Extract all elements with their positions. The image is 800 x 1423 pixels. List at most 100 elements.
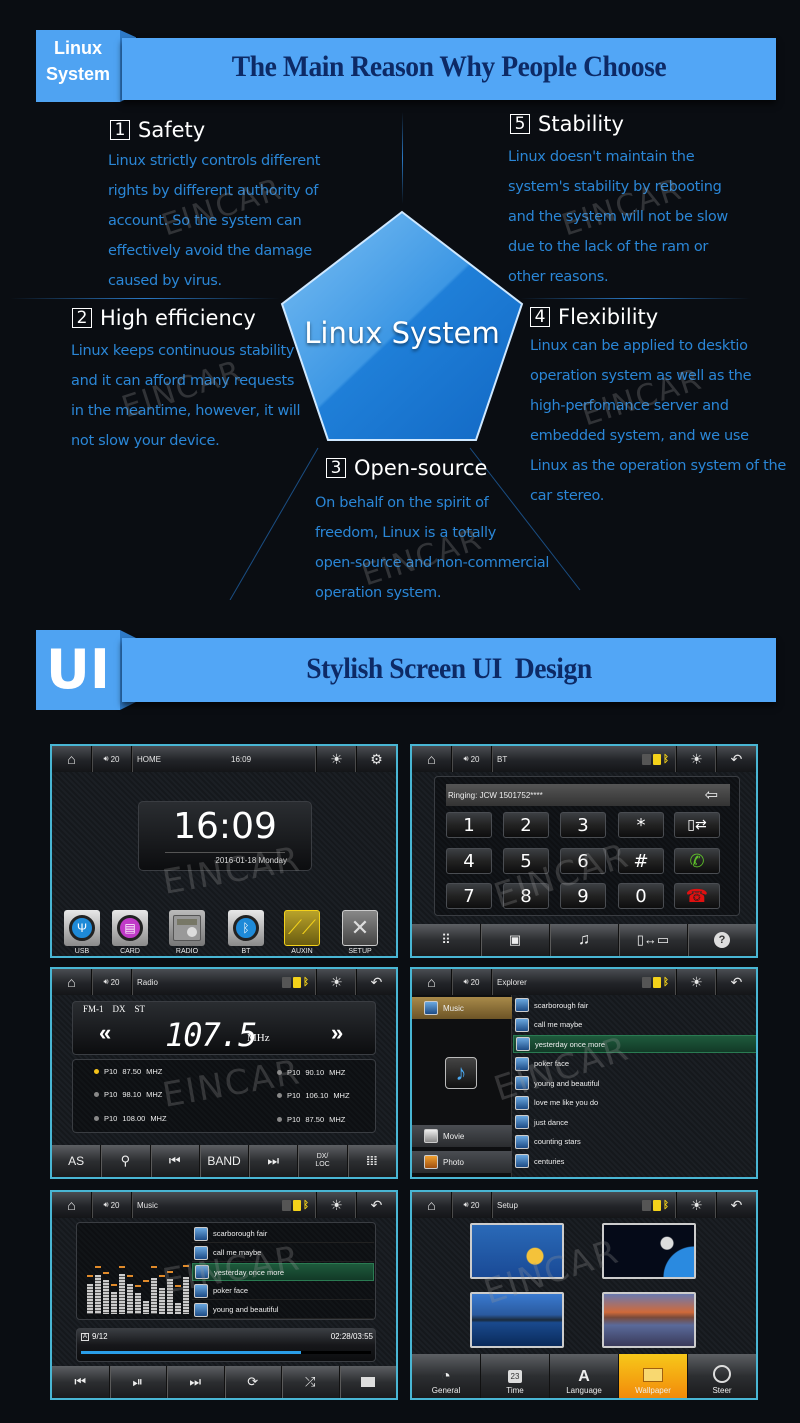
key-0[interactable]: 0 [618,883,664,909]
track-item[interactable]: just dance [513,1113,756,1131]
key-star[interactable]: * [618,812,664,838]
previous-button[interactable]: ⏮ [151,1145,200,1177]
app-card[interactable]: ▤ [112,910,148,946]
search-button[interactable]: ⚲ [101,1145,151,1177]
preset-item[interactable]: P10 90.10 MHZ [277,1068,345,1077]
app-radio[interactable] [169,910,205,946]
track-item[interactable]: call me maybe [192,1244,374,1262]
phonebook-button[interactable]: ▣ [481,924,550,956]
home-button[interactable]: ⌂ [412,969,452,995]
autostore-button[interactable]: AS [52,1145,102,1177]
track-item[interactable]: yesterday once more [513,1035,756,1053]
help-button[interactable]: ? [688,924,756,956]
category-photo[interactable]: Photo [412,1151,512,1173]
dx-loc-button[interactable]: DX/ LOC [298,1145,348,1177]
back-button[interactable]: ↶ [356,1192,396,1218]
key-5[interactable]: 5 [503,848,549,874]
volume-button[interactable]: 🔊︎ 20 [452,746,492,772]
preset-item[interactable]: P10 108.00 MHZ [94,1114,167,1123]
next-track-button[interactable]: ⏭ [167,1366,225,1398]
brightness-button[interactable]: ☀ [316,1192,356,1218]
key-9[interactable]: 9 [560,883,606,909]
equalizer-button[interactable]: 𝍖 [348,1145,396,1177]
key-6[interactable]: 6 [560,848,606,874]
seek-forward-button[interactable]: » [331,1020,343,1046]
brightness-button[interactable]: ☀ [676,746,716,772]
track-item[interactable]: poker face [513,1055,756,1073]
wallpaper-option-cartoon[interactable] [470,1223,564,1279]
next-button[interactable]: ⏭ [249,1145,299,1177]
tab-time[interactable]: 23 Time [481,1354,550,1398]
call-button[interactable]: ✆ [674,848,720,874]
shuffle-button[interactable]: ⤮ [282,1366,340,1398]
wallpaper-option-lake[interactable] [470,1292,564,1348]
repeat-button[interactable]: ⟳ [225,1366,282,1398]
track-item[interactable]: scarborough fair [192,1225,374,1243]
volume-button[interactable]: 🔊︎ 20 [92,746,132,772]
track-item[interactable]: centuries [513,1152,756,1170]
seek-back-button[interactable]: « [99,1020,111,1046]
tab-general[interactable]: ◔ General [412,1354,481,1398]
brightness-button[interactable]: ☀ [676,969,716,995]
home-button[interactable]: ⌂ [52,969,92,995]
brightness-button[interactable]: ☀ [316,746,356,772]
hangup-button[interactable]: ☎ [674,883,720,909]
back-button[interactable]: ↶ [716,1192,756,1218]
keypad-button[interactable]: ⠿ [412,924,481,956]
back-button[interactable]: ↶ [716,969,756,995]
track-item[interactable]: love me like you do [513,1094,756,1112]
home-button[interactable]: ⌂ [412,1192,452,1218]
band-button[interactable]: BAND [200,1145,250,1177]
back-button[interactable]: ↶ [356,969,396,995]
track-item[interactable]: yesterday once more [192,1263,374,1281]
bt-music-button[interactable]: ♫ [550,924,619,956]
track-item[interactable]: poker face [192,1282,374,1300]
progress-track[interactable] [81,1351,371,1354]
volume-button[interactable]: 🔊︎ 20 [92,969,132,995]
preset-item[interactable]: P10 106.10 MHZ [277,1091,350,1100]
brightness-button[interactable]: ☀ [676,1192,716,1218]
brightness-button[interactable]: ☀ [316,969,356,995]
tab-wallpaper[interactable]: Wallpaper [619,1354,688,1398]
volume-button[interactable]: 🔊︎ 20 [92,1192,132,1218]
volume-button[interactable]: 🔊︎ 20 [452,969,492,995]
home-button[interactable]: ⌂ [52,1192,92,1218]
home-button[interactable]: ⌂ [412,746,452,772]
preset-item[interactable]: P10 87.50 MHZ [277,1115,345,1124]
key-8[interactable]: 8 [503,883,549,909]
folder-button[interactable] [340,1366,397,1398]
phone-transfer-button[interactable]: ▯⇄ [674,812,720,838]
home-button[interactable]: ⌂ [52,746,92,772]
key-2[interactable]: 2 [503,812,549,838]
wallpaper-option-space[interactable] [602,1223,696,1279]
app-usb[interactable]: Ψ [64,910,100,946]
track-item[interactable]: call me maybe [513,1016,756,1034]
backspace-icon[interactable]: ⇦ [705,785,718,805]
play-pause-button[interactable]: ⏯ [110,1366,167,1398]
back-button[interactable]: ↶ [716,746,756,772]
preset-item[interactable]: P10 98.10 MHZ [94,1090,162,1099]
tab-steer[interactable]: Steer [688,1354,756,1398]
category-movie[interactable]: Movie [412,1125,512,1147]
prev-track-button[interactable]: ⏮ [52,1366,110,1398]
track-item[interactable]: counting stars [513,1133,756,1151]
key-1[interactable]: 1 [446,812,492,838]
key-hash[interactable]: # [618,848,664,874]
preset-item[interactable]: P10 87.50 MHZ [94,1067,162,1076]
track-item[interactable]: young and beautiful [192,1301,374,1319]
app-bt[interactable]: ᛒ [228,910,264,946]
track-item[interactable]: young and beautiful [513,1074,756,1092]
app-setup[interactable]: ✕ [342,910,378,946]
key-4[interactable]: 4 [446,848,492,874]
key-7[interactable]: 7 [446,883,492,909]
tab-language[interactable]: A Language [550,1354,619,1398]
wallpaper-option-mountain[interactable] [602,1292,696,1348]
phone-link-button[interactable]: ▯↔▭ [619,924,688,956]
volume-button[interactable]: 🔊︎ 20 [452,1192,492,1218]
key-3[interactable]: 3 [560,812,606,838]
category-music[interactable]: Music [412,997,512,1019]
app-label: RADIO [175,948,199,955]
settings-button[interactable]: ⚙ [356,746,396,772]
track-item[interactable]: scarborough fair [513,996,756,1014]
app-auxin[interactable]: ⟋⟋ [284,910,320,946]
